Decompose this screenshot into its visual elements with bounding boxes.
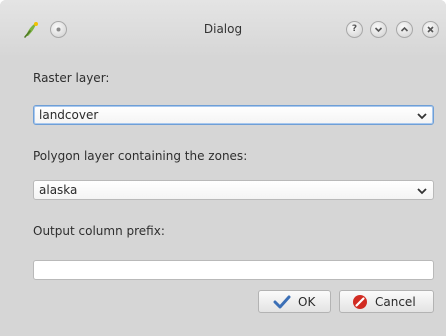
dialog-window: Dialog ? Raster layer: landcover Polygon… xyxy=(0,0,446,336)
chevron-down-icon xyxy=(417,113,427,120)
cancel-button-label: Cancel xyxy=(375,294,416,309)
help-button[interactable]: ? xyxy=(346,21,363,38)
ok-button[interactable]: OK xyxy=(258,290,331,313)
minimize-button[interactable] xyxy=(370,21,387,38)
close-button[interactable] xyxy=(422,21,439,38)
close-icon xyxy=(427,26,434,33)
raster-layer-label: Raster layer: xyxy=(33,71,110,85)
cancel-button[interactable]: Cancel xyxy=(339,290,434,313)
chevron-up-icon xyxy=(400,26,409,32)
output-prefix-input[interactable] xyxy=(33,260,434,280)
check-icon xyxy=(273,295,291,308)
polygon-layer-combo[interactable]: alaska xyxy=(33,180,434,200)
raster-layer-value: landcover xyxy=(39,108,99,122)
raster-layer-combo[interactable]: landcover xyxy=(33,105,434,125)
chevron-down-icon xyxy=(374,27,383,33)
cancel-icon xyxy=(353,294,367,309)
chevron-down-icon xyxy=(417,188,427,195)
maximize-button[interactable] xyxy=(396,21,413,38)
output-prefix-label: Output column prefix: xyxy=(33,224,165,238)
polygon-layer-label: Polygon layer containing the zones: xyxy=(33,149,248,163)
polygon-layer-value: alaska xyxy=(39,183,78,197)
title-bar[interactable]: Dialog ? xyxy=(0,0,446,58)
ok-button-label: OK xyxy=(298,294,316,309)
